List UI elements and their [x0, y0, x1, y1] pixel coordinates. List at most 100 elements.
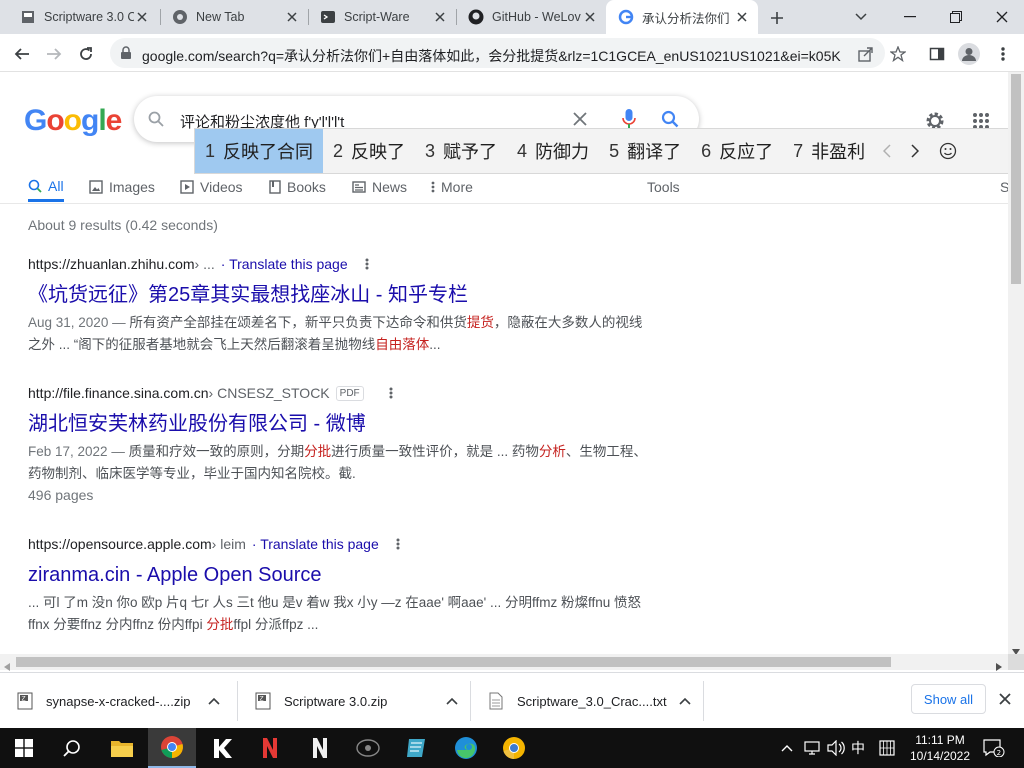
ime-candidate[interactable]: 2 反映了 — [323, 129, 415, 173]
white-n-app-icon[interactable] — [296, 728, 344, 768]
chrome-beta-icon[interactable] — [490, 728, 538, 768]
ime-next-page-icon[interactable] — [899, 129, 931, 173]
scrollbar-corner — [1008, 654, 1024, 670]
tab-news[interactable]: News — [352, 172, 407, 202]
tab-videos[interactable]: Videos — [180, 172, 243, 202]
taskbar-clock[interactable]: 11:11 PM 10/14/2022 — [905, 732, 975, 764]
scrollbar-thumb[interactable] — [1011, 74, 1021, 284]
address-bar[interactable]: google.com/search?q=承认分析法你们+自由落体如此，会分批提货… — [110, 38, 885, 68]
close-tab-icon[interactable] — [284, 9, 300, 25]
google-logo[interactable]: Google — [24, 104, 122, 138]
download-item[interactable]: Z synapse-x-cracked-....zip — [0, 679, 224, 723]
download-item[interactable]: Scriptware_3.0_Crac....txt — [471, 679, 695, 723]
result-title-link[interactable]: ziranma.cin - Apple Open Source — [28, 562, 648, 588]
chrome-icon — [172, 9, 188, 25]
ime-layout-icon[interactable] — [879, 728, 895, 768]
browser-tab-2[interactable]: New Tab — [160, 0, 308, 34]
browser-tab-5[interactable]: 承认分析法你们 — [606, 0, 758, 34]
tab-images[interactable]: Images — [89, 172, 155, 202]
browser-tab-3[interactable]: Script-Ware — [308, 0, 456, 34]
red-n-app-icon[interactable] — [246, 728, 294, 768]
book-icon — [269, 180, 281, 194]
result-cite: https://zhuanlan.zhihu.com › ... · Trans… — [28, 254, 648, 274]
minimize-icon[interactable] — [900, 7, 920, 27]
ime-candidate[interactable]: 6 反应了 — [691, 129, 783, 173]
back-icon[interactable] — [9, 41, 35, 67]
ime-candidate[interactable]: 3 赋予了 — [415, 129, 507, 173]
url-text: google.com/search?q=承认分析法你们+自由落体如此，会分批提货… — [142, 48, 842, 64]
lock-icon[interactable] — [120, 46, 132, 65]
ime-candidate[interactable]: 4 防御力 — [507, 129, 599, 173]
file-explorer-icon[interactable] — [98, 728, 146, 768]
taskbar-search-icon[interactable] — [48, 728, 96, 768]
chrome-menu-icon[interactable] — [990, 41, 1016, 67]
tab-title: GitHub - WeLov — [492, 10, 581, 24]
tab-all[interactable]: All — [28, 172, 64, 202]
search-result: http://file.finance.sina.com.cn › CNSESZ… — [28, 383, 648, 503]
svg-text:Z: Z — [260, 695, 264, 702]
tab-more[interactable]: More — [431, 172, 473, 202]
ime-candidate[interactable]: 7 非盈利 — [783, 129, 875, 173]
ime-mode-indicator[interactable]: 中 — [851, 728, 865, 768]
result-title-link[interactable]: 湖北恒安芙林药业股份有限公司 - 微博 — [28, 411, 648, 437]
download-item[interactable]: Z Scriptware 3.0.zip — [238, 679, 462, 723]
ime-candidate[interactable]: 5 翻译了 — [599, 129, 691, 173]
krnl-app-icon[interactable] — [198, 728, 246, 768]
close-download-shelf-icon[interactable] — [999, 692, 1011, 710]
search-result: https://opensource.apple.com › leim · Tr… — [28, 534, 648, 636]
translate-link[interactable]: · Translate this page — [221, 256, 348, 272]
volume-icon[interactable] — [827, 728, 845, 768]
horizontal-scrollbar[interactable] — [0, 654, 1008, 671]
synapse-app-icon[interactable] — [344, 728, 392, 768]
tab-books[interactable]: Books — [269, 172, 326, 202]
translate-link[interactable]: · Translate this page — [252, 536, 379, 552]
windows-start-icon[interactable] — [0, 728, 48, 768]
tray-overflow-icon[interactable] — [781, 728, 793, 768]
close-tab-icon[interactable] — [582, 9, 598, 25]
more-options-icon[interactable] — [360, 257, 374, 271]
windows-taskbar: 中 11:11 PM 10/14/2022 2 — [0, 728, 1024, 768]
share-icon[interactable] — [853, 41, 879, 67]
ime-candidate[interactable]: 1 反映了合同 — [195, 129, 324, 173]
scrollbar-thumb[interactable] — [16, 657, 891, 667]
tab-title: Script-Ware — [344, 10, 410, 24]
new-tab-icon[interactable] — [766, 7, 788, 29]
profile-avatar-icon[interactable] — [956, 41, 982, 67]
tools-button[interactable]: Tools — [647, 172, 680, 202]
close-window-icon[interactable] — [992, 7, 1012, 27]
result-snippet: ... 可l 了m 没n 你o 欧p 片q 七r 人s 三t 他u 是v 着w … — [28, 595, 642, 632]
result-path: › leim — [211, 536, 246, 552]
tab-search-icon[interactable] — [855, 7, 871, 27]
search-icon — [28, 179, 42, 193]
result-snippet: Feb 17, 2022 — 质量和疗效一致的原则，分期分批进行质量一致性评价，… — [28, 444, 647, 481]
browser-tab-4[interactable]: GitHub - WeLov — [456, 0, 606, 34]
vertical-scrollbar[interactable] — [1008, 72, 1024, 655]
ime-emoji-icon[interactable] — [931, 129, 965, 173]
more-options-icon[interactable] — [391, 537, 405, 551]
ime-prev-page-icon[interactable] — [875, 129, 899, 173]
reload-icon[interactable] — [73, 41, 99, 67]
restore-icon[interactable] — [946, 7, 966, 27]
clock-date: 10/14/2022 — [909, 749, 971, 763]
network-icon[interactable] — [803, 728, 821, 768]
show-all-downloads-button[interactable]: Show all — [911, 684, 986, 714]
notification-count: 2 — [997, 749, 1001, 757]
more-options-icon[interactable] — [384, 386, 398, 400]
chevron-up-icon[interactable] — [675, 697, 695, 705]
close-tab-icon[interactable] — [734, 9, 750, 25]
notification-center-icon[interactable]: 2 — [983, 728, 1005, 768]
close-tab-icon[interactable] — [432, 9, 448, 25]
chrome-taskbar-icon[interactable] — [148, 728, 196, 768]
chevron-up-icon[interactable] — [204, 697, 224, 705]
forward-icon[interactable] — [41, 41, 67, 67]
notes-app-icon[interactable] — [392, 728, 440, 768]
browser-tab-1[interactable]: Scriptware 3.0 C — [8, 0, 158, 34]
chevron-up-icon[interactable] — [442, 697, 462, 705]
result-title-link[interactable]: 《坑货远征》第25章其实最想找座冰山 - 知乎专栏 — [28, 282, 648, 308]
edge-browser-icon[interactable] — [442, 728, 490, 768]
side-panel-icon[interactable] — [924, 41, 950, 67]
github-icon — [468, 9, 484, 25]
close-tab-icon[interactable] — [134, 9, 150, 25]
bookmark-star-icon[interactable] — [885, 41, 911, 67]
script-ware-icon — [320, 9, 336, 25]
